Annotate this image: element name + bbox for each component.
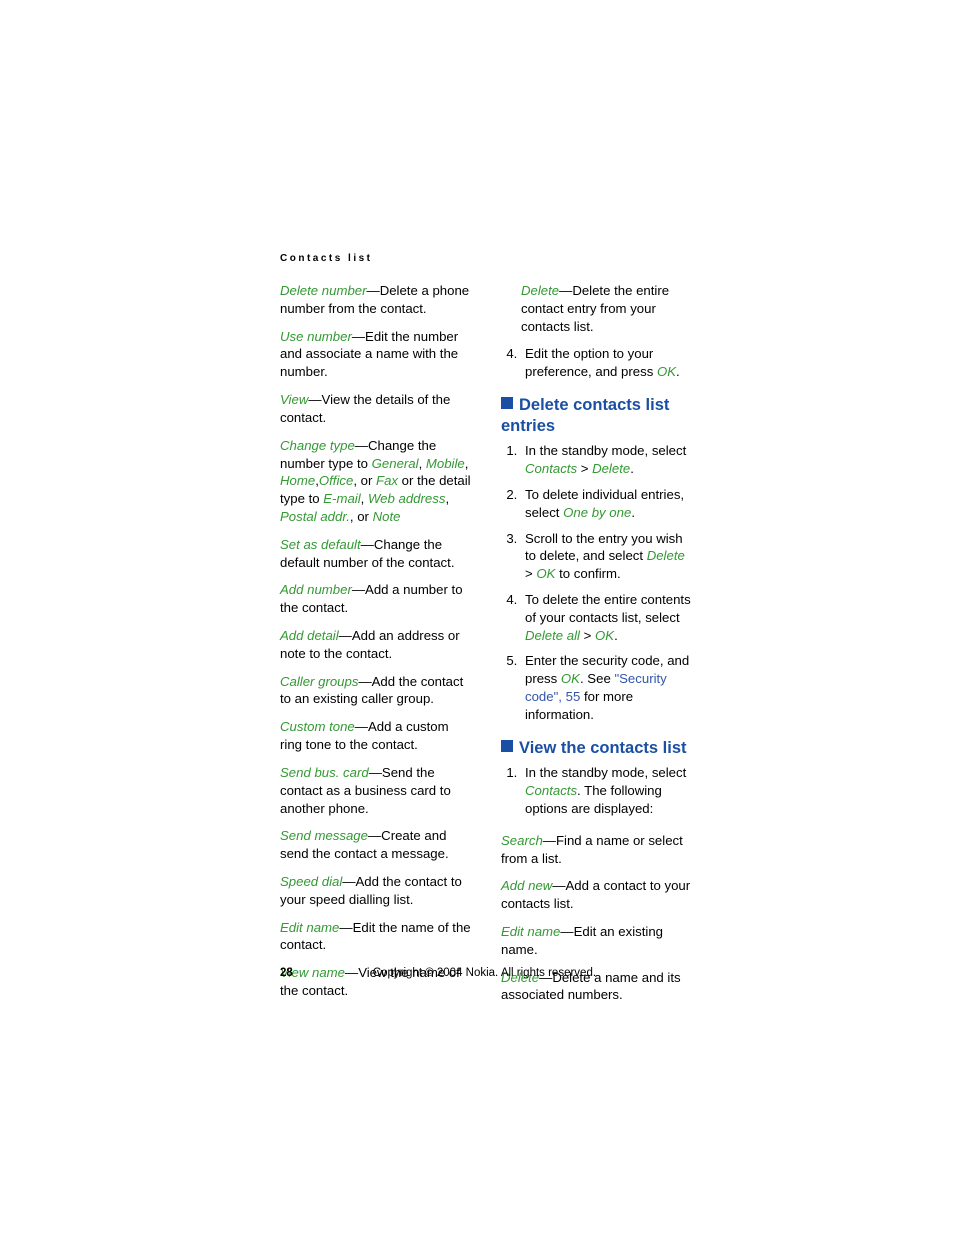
- term-note: Note: [373, 509, 401, 524]
- square-bullet-icon: [501, 397, 513, 409]
- term: Use number: [280, 329, 352, 344]
- step-4: Edit the option to your preference, and …: [521, 345, 694, 381]
- heading-text: Delete contacts list entries: [501, 396, 669, 435]
- desc: .: [614, 628, 618, 643]
- entry-edit-name: Edit name—Edit the name of the contact.: [280, 919, 473, 955]
- desc: . See: [580, 671, 614, 686]
- entry-custom-tone: Custom tone—Add a custom ring tone to th…: [280, 718, 473, 754]
- term-home: Home: [280, 473, 315, 488]
- term: Caller groups: [280, 674, 358, 689]
- desc: , or: [350, 509, 373, 524]
- entry-add-number: Add number—Add a number to the contact.: [280, 581, 473, 617]
- desc: .: [676, 364, 680, 379]
- entry-speed-dial: Speed dial—Add the contact to your speed…: [280, 873, 473, 909]
- term: Change type: [280, 438, 355, 453]
- step-4: To delete the entire contents of your co…: [521, 591, 694, 644]
- term: Delete number: [280, 283, 367, 298]
- entry-add-new: Add new—Add a contact to your contacts l…: [501, 877, 694, 913]
- term-delete: Delete: [647, 548, 685, 563]
- desc: to confirm.: [555, 566, 620, 581]
- page-footer: 28 Copyright © 2004 Nokia. All rights re…: [280, 966, 694, 982]
- running-head: Contacts list: [280, 252, 373, 266]
- term-fax: Fax: [376, 473, 398, 488]
- term: Send message: [280, 828, 368, 843]
- term-postal: Postal addr.: [280, 509, 350, 524]
- heading-text: View the contacts list: [519, 739, 687, 757]
- term: Edit name: [501, 924, 560, 939]
- step-1: In the standby mode, select Contacts. Th…: [521, 764, 694, 817]
- steps-continued: Edit the option to your preference, and …: [501, 345, 694, 381]
- steps-view: In the standby mode, select Contacts. Th…: [501, 764, 694, 817]
- term-contacts: Contacts: [525, 783, 577, 798]
- entry-use-number: Use number—Edit the number and associate…: [280, 328, 473, 381]
- entry-caller-groups: Caller groups—Add the contact to an exis…: [280, 673, 473, 709]
- heading-view-contacts: View the contacts list: [501, 738, 694, 759]
- entry-change-type: Change type—Change the number type to Ge…: [280, 437, 473, 526]
- step-2: To delete individual entries, select One…: [521, 486, 694, 522]
- term-ok: OK: [657, 364, 676, 379]
- term: Add number: [280, 582, 352, 597]
- term: View: [280, 392, 308, 407]
- sep: ,: [445, 491, 449, 506]
- entry-set-default: Set as default—Change the default number…: [280, 536, 473, 572]
- term: Add detail: [280, 628, 339, 643]
- sep: >: [525, 566, 536, 581]
- column-right: Delete—Delete the entire contact entry f…: [501, 282, 694, 1014]
- term-mobile: Mobile: [426, 456, 465, 471]
- heading-delete-contacts: Delete contacts list entries: [501, 395, 694, 436]
- term-deleteall: Delete all: [525, 628, 580, 643]
- desc: .: [630, 461, 634, 476]
- steps-delete: In the standby mode, select Contacts > D…: [501, 442, 694, 723]
- term-ok: OK: [536, 566, 555, 581]
- term: Search: [501, 833, 543, 848]
- term-onebyone: One by one: [563, 505, 631, 520]
- term-web: Web address: [368, 491, 445, 506]
- desc: , or: [353, 473, 376, 488]
- copyright-text: Copyright © 2004 Nokia. All rights reser…: [373, 966, 596, 982]
- square-bullet-icon: [501, 740, 513, 752]
- term: Edit name: [280, 920, 339, 935]
- term: Delete: [521, 283, 559, 298]
- term: Speed dial: [280, 874, 342, 889]
- entry-delete-contact: Delete—Delete the entire contact entry f…: [521, 282, 694, 335]
- column-left: Delete number—Delete a phone number from…: [280, 282, 473, 1014]
- step-1: In the standby mode, select Contacts > D…: [521, 442, 694, 478]
- page-number: 28: [280, 966, 293, 982]
- sep: ,: [361, 491, 368, 506]
- sep: >: [577, 461, 592, 476]
- desc: To delete the entire contents of your co…: [525, 592, 691, 625]
- entry-delete-number: Delete number—Delete a phone number from…: [280, 282, 473, 318]
- entry-add-detail: Add detail—Add an address or note to the…: [280, 627, 473, 663]
- entry-send-bus-card: Send bus. card—Send the contact as a bus…: [280, 764, 473, 817]
- term: Add new: [501, 878, 552, 893]
- term-ok: OK: [561, 671, 580, 686]
- content-columns: Delete number—Delete a phone number from…: [280, 282, 694, 1014]
- term-office: Office: [319, 473, 353, 488]
- sep: ,: [419, 456, 426, 471]
- entry-search: Search—Find a name or select from a list…: [501, 832, 694, 868]
- term-delete: Delete: [592, 461, 630, 476]
- entry-edit-name: Edit name—Edit an existing name.: [501, 923, 694, 959]
- desc: Edit the option to your preference, and …: [525, 346, 657, 379]
- sep: >: [580, 628, 595, 643]
- desc: .: [631, 505, 635, 520]
- term: Send bus. card: [280, 765, 369, 780]
- desc: In the standby mode, select: [525, 443, 686, 458]
- step-3: Scroll to the entry you wish to delete, …: [521, 530, 694, 583]
- step-5: Enter the security code, and press OK. S…: [521, 652, 694, 723]
- term-contacts: Contacts: [525, 461, 577, 476]
- sep: ,: [465, 456, 469, 471]
- document-page: Contacts list Delete number—Delete a pho…: [0, 0, 954, 1235]
- term: Custom tone: [280, 719, 355, 734]
- term-ok: OK: [595, 628, 614, 643]
- term-general: General: [372, 456, 419, 471]
- entry-send-message: Send message—Create and send the contact…: [280, 827, 473, 863]
- term-email: E-mail: [323, 491, 360, 506]
- term: Set as default: [280, 537, 361, 552]
- entry-view: View—View the details of the contact.: [280, 391, 473, 427]
- desc: In the standby mode, select: [525, 765, 686, 780]
